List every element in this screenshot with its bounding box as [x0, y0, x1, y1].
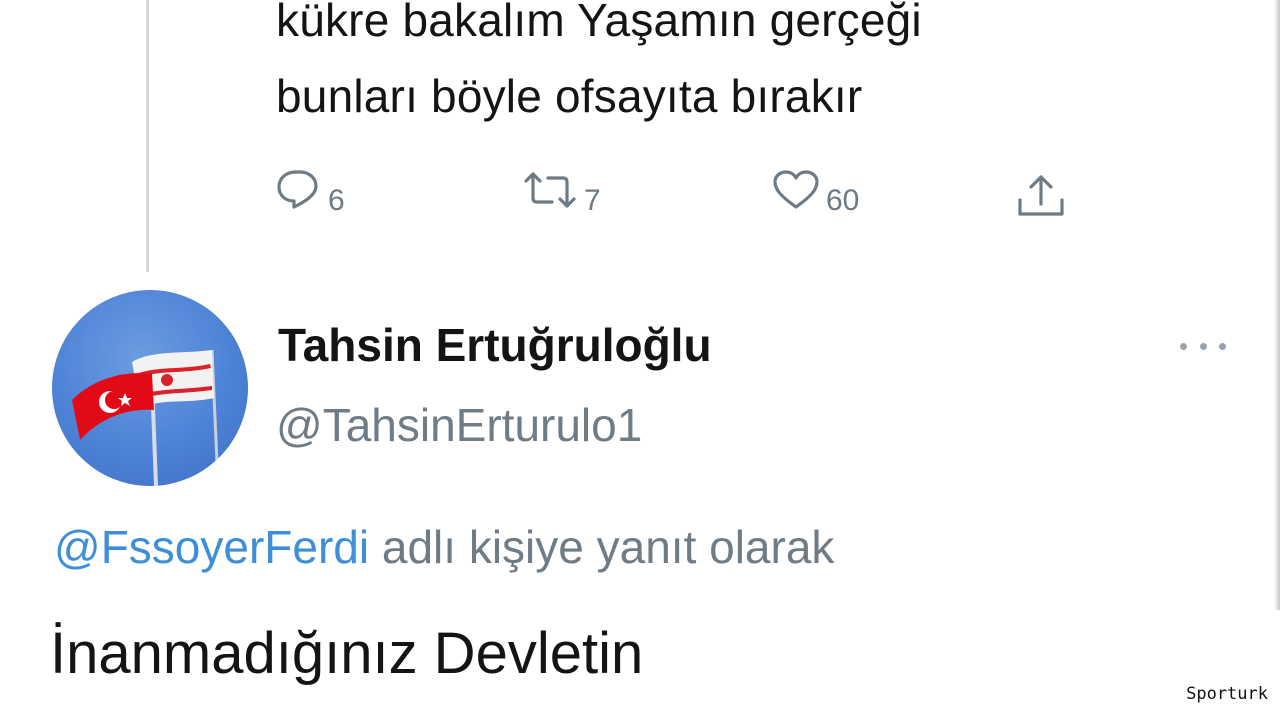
share-button[interactable]: [1016, 174, 1066, 218]
share-icon: [1018, 175, 1064, 216]
like-button[interactable]: 60: [772, 170, 859, 216]
reply-context-text: adlı kişiye yanıt olarak: [369, 521, 835, 573]
more-dots-icon[interactable]: [1180, 340, 1226, 352]
watermark: Sporturk: [1182, 682, 1272, 706]
retweet-button[interactable]: 7: [522, 170, 601, 216]
dot-icon: [1180, 342, 1187, 350]
reply-context: @FssoyerFerdi adlı kişiye yanıt olarak: [54, 520, 834, 574]
previous-tweet-text: kükre bakalım Yaşamın gerçeği bunları bö…: [276, 0, 1176, 134]
tweet-text: İnanmadığınız Devletin: [50, 621, 644, 686]
retweet-icon: [524, 172, 576, 208]
previous-tweet-line-1: kükre bakalım Yaşamın gerçeği: [276, 0, 922, 46]
reply-icon: [277, 170, 318, 209]
reply-button[interactable]: 6: [276, 168, 345, 216]
retweet-count: 7: [584, 184, 601, 217]
reply-count: 6: [328, 184, 345, 217]
thread-line: [146, 0, 149, 272]
dot-icon: [1199, 342, 1207, 350]
scrollbar-edge: [1274, 0, 1280, 610]
author-name[interactable]: Tahsin Ertuğruloğlu: [278, 318, 712, 372]
author-handle[interactable]: @TahsinErturulo1: [276, 398, 642, 452]
previous-tweet-line-2: bunları böyle ofsayıta bırakır: [276, 70, 863, 122]
flag-photo-avatar-icon: [72, 349, 220, 486]
heart-icon: [773, 170, 819, 209]
avatar[interactable]: [52, 290, 248, 486]
reply-mention-link[interactable]: @FssoyerFerdi: [54, 521, 369, 573]
like-count: 60: [826, 184, 860, 217]
tweet-action-bar: 6 7 60: [0, 168, 1280, 228]
dot-icon: [1219, 342, 1226, 350]
